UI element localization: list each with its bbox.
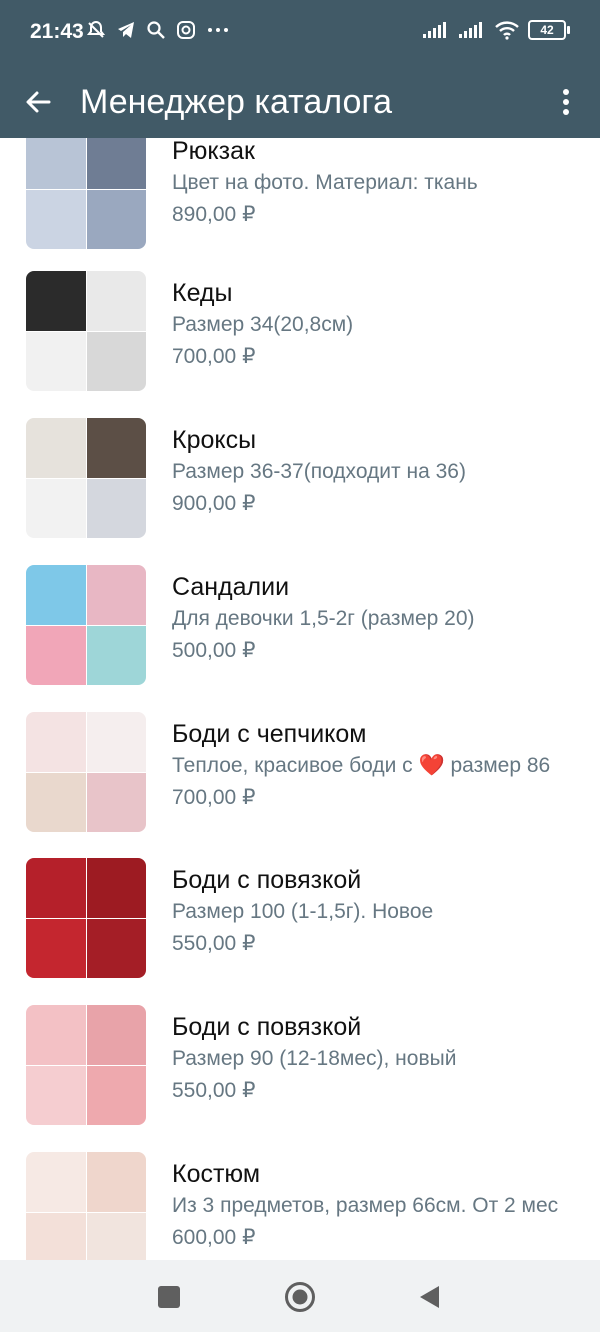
product-thumbnail — [26, 712, 146, 832]
square-icon — [158, 1286, 180, 1308]
thumbnail-quadrant — [87, 332, 146, 391]
product-description: Размер 36-37(подходит на 36) — [172, 460, 466, 483]
thumbnail-quadrant — [26, 858, 86, 918]
thumbnail-quadrant — [26, 138, 86, 189]
thumbnail-quadrant — [26, 712, 86, 772]
thumbnail-quadrant — [26, 919, 86, 978]
thumbnail-quadrant — [87, 858, 146, 918]
product-description: Для девочки 1,5-2г (размер 20) — [172, 607, 475, 630]
status-system-icons: 42 — [422, 20, 570, 40]
thumbnail-quadrant — [87, 919, 146, 978]
product-thumbnail — [26, 271, 146, 391]
product-thumbnail — [26, 418, 146, 538]
product-thumbnail — [26, 1005, 146, 1125]
search-icon — [147, 21, 165, 39]
thumbnail-quadrant — [87, 773, 146, 832]
app-bar: Менеджер каталога — [0, 66, 600, 138]
status-bar: 21:43 42 — [0, 0, 600, 66]
product-price: 500,00 ₽ — [172, 639, 256, 662]
product-description: Размер 100 (1-1,5г). Новое — [172, 900, 434, 923]
catalog-item[interactable]: Боди с повязкой Размер 100 (1-1,5г). Нов… — [0, 858, 600, 1005]
battery-icon: 42 — [528, 20, 570, 40]
telegram-icon — [118, 22, 134, 38]
product-name: Сандалии — [172, 573, 290, 601]
thumbnail-quadrant — [87, 479, 146, 538]
triangle-back-icon — [420, 1286, 439, 1308]
thumbnail-quadrant — [87, 271, 146, 331]
thumbnail-quadrant — [87, 626, 146, 685]
product-thumbnail — [26, 858, 146, 978]
catalog-list[interactable]: Рюкзак Цвет на фото. Материал: ткань 890… — [0, 138, 600, 1260]
catalog-item[interactable]: Рюкзак Цвет на фото. Материал: ткань 890… — [0, 138, 600, 276]
thumbnail-quadrant — [87, 1005, 146, 1065]
product-description: Размер 90 (12-18мес), новый — [172, 1047, 457, 1070]
back-nav-button[interactable] — [418, 1285, 440, 1314]
product-description: Размер 34(20,8см) — [172, 313, 354, 336]
product-thumbnail — [26, 138, 146, 249]
thumbnail-quadrant — [26, 565, 86, 625]
product-price: 900,00 ₽ — [172, 492, 256, 515]
mute-bell-icon — [86, 20, 106, 38]
catalog-item[interactable]: Костюм Из 3 предметов, размер 66см. От 2… — [0, 1152, 600, 1260]
product-price: 550,00 ₽ — [172, 1079, 256, 1102]
thumbnail-quadrant — [26, 479, 86, 538]
thumbnail-quadrant — [87, 190, 146, 249]
recents-button[interactable] — [158, 1286, 180, 1313]
product-description: Цвет на фото. Материал: ткань — [172, 171, 478, 194]
thumbnail-quadrant — [26, 1213, 86, 1260]
thumbnail-quadrant — [87, 418, 146, 478]
product-name: Костюм — [172, 1160, 261, 1188]
product-name: Боди с чепчиком — [172, 720, 367, 748]
catalog-item[interactable]: Боди с чепчиком Теплое, красивое боди с … — [0, 712, 600, 859]
thumbnail-quadrant — [26, 271, 86, 331]
thumbnail-quadrant — [26, 1066, 86, 1125]
product-price: 600,00 ₽ — [172, 1226, 256, 1249]
thumbnail-quadrant — [87, 1066, 146, 1125]
status-notification-icons — [86, 20, 230, 40]
catalog-item[interactable]: Кроксы Размер 36-37(подходит на 36) 900,… — [0, 418, 600, 565]
overflow-menu-button[interactable] — [554, 78, 578, 126]
thumbnail-quadrant — [26, 332, 86, 391]
arrow-left-icon — [26, 91, 51, 113]
catalog-item[interactable]: Сандалии Для девочки 1,5-2г (размер 20) … — [0, 565, 600, 712]
product-price: 700,00 ₽ — [172, 345, 256, 368]
status-time: 21:43 — [30, 20, 84, 43]
signal-icon-2 — [459, 22, 482, 38]
product-description: Из 3 предметов, размер 66см. От 2 мес — [172, 1194, 559, 1217]
thumbnail-quadrant — [26, 418, 86, 478]
thumbnail-quadrant — [87, 712, 146, 772]
thumbnail-quadrant — [87, 1152, 146, 1212]
product-thumbnail — [26, 1152, 146, 1260]
product-name: Кроксы — [172, 426, 257, 454]
product-name: Кеды — [172, 279, 233, 307]
wifi-icon — [495, 21, 519, 40]
thumbnail-quadrant — [87, 1213, 146, 1260]
thumbnail-quadrant — [87, 565, 146, 625]
catalog-item[interactable]: Кеды Размер 34(20,8см) 700,00 ₽ — [0, 271, 600, 418]
product-description: Теплое, красивое боди с ❤️ размер 86 — [172, 754, 551, 777]
instagram-icon — [177, 21, 195, 39]
more-vertical-icon — [563, 89, 569, 115]
signal-icon — [423, 22, 446, 38]
product-name: Боди с повязкой — [172, 866, 362, 894]
thumbnail-quadrant — [26, 626, 86, 685]
more-notifications-icon — [208, 28, 228, 32]
system-navigation-bar — [0, 1260, 600, 1332]
product-name: Боди с повязкой — [172, 1013, 362, 1041]
product-price: 890,00 ₽ — [172, 203, 256, 226]
thumbnail-quadrant — [26, 773, 86, 832]
home-circle-icon — [285, 1282, 315, 1312]
thumbnail-quadrant — [87, 138, 146, 189]
product-thumbnail — [26, 565, 146, 685]
home-button[interactable] — [284, 1281, 316, 1318]
page-title: Менеджер каталога — [80, 83, 392, 121]
catalog-item[interactable]: Боди с повязкой Размер 90 (12-18мес), но… — [0, 1005, 600, 1152]
product-name: Рюкзак — [172, 138, 255, 165]
back-button[interactable] — [18, 78, 58, 126]
thumbnail-quadrant — [26, 1152, 86, 1212]
product-price: 550,00 ₽ — [172, 932, 256, 955]
thumbnail-quadrant — [26, 1005, 86, 1065]
product-price: 700,00 ₽ — [172, 786, 256, 809]
thumbnail-quadrant — [26, 190, 86, 249]
